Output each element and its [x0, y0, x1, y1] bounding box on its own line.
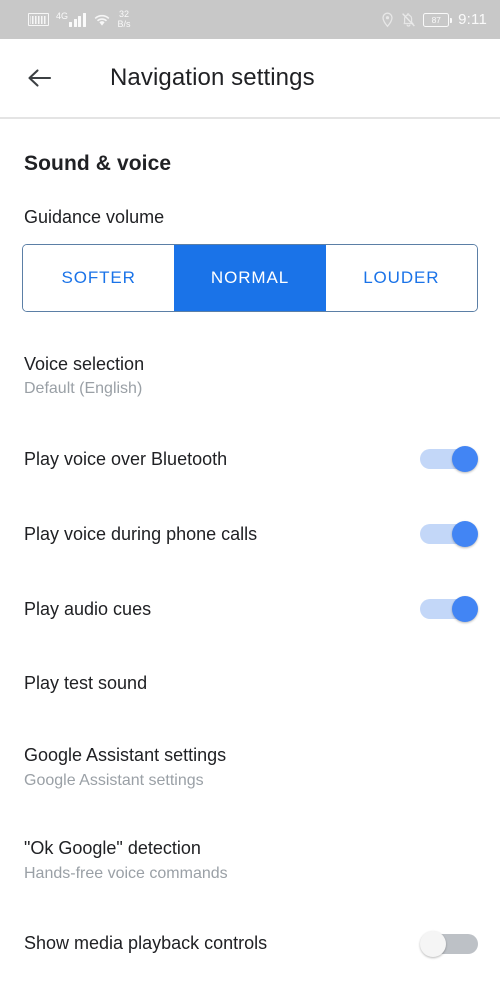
row-play-audio-cues[interactable]: Play audio cues	[0, 547, 500, 623]
status-bar: 4G 32 B/s 87 9:11	[0, 0, 500, 39]
row-title: Google Assistant settings	[24, 745, 227, 766]
battery-icon: 87	[423, 12, 453, 27]
row-title: Voice selection	[24, 353, 145, 374]
guidance-volume-segmented-control: SOFTER NORMAL LOUDER	[22, 243, 478, 312]
navigation-settings-screen: 4G 32 B/s 87 9:11 Navigation settings So…	[0, 0, 500, 1005]
row-subtitle: Google Assistant settings	[24, 771, 204, 789]
toggle-show-media-playback-controls[interactable]	[420, 930, 478, 957]
guidance-volume-option-softer[interactable]: SOFTER	[23, 244, 175, 311]
row-play-voice-during-phone-calls[interactable]: Play voice during phone calls	[0, 472, 500, 548]
row-show-media-playback-controls[interactable]: Show media playback controls	[0, 883, 500, 957]
row-texts: "Ok Google" detection Hands-free voice c…	[24, 838, 228, 883]
page-title: Navigation settings	[110, 64, 315, 91]
bell-muted-icon	[401, 12, 416, 28]
row-title: Show media playback controls	[24, 932, 268, 953]
mobile-signal-group: 4G	[56, 12, 86, 27]
row-texts: Voice selection Default (English)	[24, 354, 144, 399]
row-play-voice-over-bluetooth[interactable]: Play voice over Bluetooth	[0, 398, 500, 473]
row-texts: Show media playback controls	[24, 933, 267, 954]
clock-label: 9:11	[458, 11, 487, 28]
status-bar-left: 4G 32 B/s	[28, 9, 131, 29]
section-title-sound-voice: Sound & voice	[24, 151, 172, 175]
toggle-thumb	[452, 521, 478, 548]
row-texts: Play voice over Bluetooth	[24, 449, 227, 470]
sim-card-icon	[28, 13, 49, 26]
toggle-thumb	[452, 596, 478, 623]
toggle-play-voice-during-phone-calls[interactable]	[420, 521, 478, 548]
row-texts: Play audio cues	[24, 599, 151, 620]
row-google-assistant-settings[interactable]: Google Assistant settings Google Assista…	[0, 694, 500, 790]
network-type-label: 4G	[56, 11, 69, 21]
row-title: Play test sound	[24, 673, 148, 694]
row-texts: Google Assistant settings Google Assista…	[24, 745, 226, 790]
guidance-volume-label: Guidance volume	[24, 206, 165, 227]
battery-level-label: 87	[431, 14, 441, 25]
data-rate-unit: B/s	[117, 18, 131, 29]
guidance-volume-option-louder[interactable]: LOUDER	[325, 244, 477, 311]
row-texts: Play voice during phone calls	[24, 524, 257, 545]
toggle-thumb	[452, 446, 478, 473]
app-bar: Navigation settings	[0, 39, 500, 117]
row-ok-google-detection[interactable]: "Ok Google" detection Hands-free voice c…	[0, 790, 500, 883]
settings-content: Sound & voice Guidance volume SOFTER NOR…	[0, 119, 500, 957]
back-arrow-icon	[27, 67, 53, 89]
wifi-icon	[93, 13, 111, 27]
row-subtitle: Default (English)	[24, 380, 143, 398]
signal-bars-icon	[69, 13, 86, 27]
row-title: Play audio cues	[24, 598, 152, 619]
row-subtitle: Hands-free voice commands	[24, 864, 228, 882]
data-rate-indicator: 32 B/s	[117, 9, 131, 29]
location-pin-icon	[381, 12, 394, 28]
status-bar-right: 87 9:11	[381, 11, 487, 28]
back-button[interactable]	[12, 50, 68, 106]
toggle-play-audio-cues[interactable]	[420, 596, 478, 623]
row-title: "Ok Google" detection	[24, 837, 201, 858]
toggle-thumb	[420, 930, 446, 957]
row-title: Play voice during phone calls	[24, 523, 258, 544]
row-voice-selection[interactable]: Voice selection Default (English)	[0, 312, 500, 399]
row-texts: Play test sound	[24, 673, 147, 694]
row-title: Play voice over Bluetooth	[24, 448, 228, 469]
toggle-play-voice-over-bluetooth[interactable]	[420, 446, 478, 473]
row-play-test-sound[interactable]: Play test sound	[0, 622, 500, 694]
guidance-volume-option-normal[interactable]: NORMAL	[174, 244, 326, 311]
